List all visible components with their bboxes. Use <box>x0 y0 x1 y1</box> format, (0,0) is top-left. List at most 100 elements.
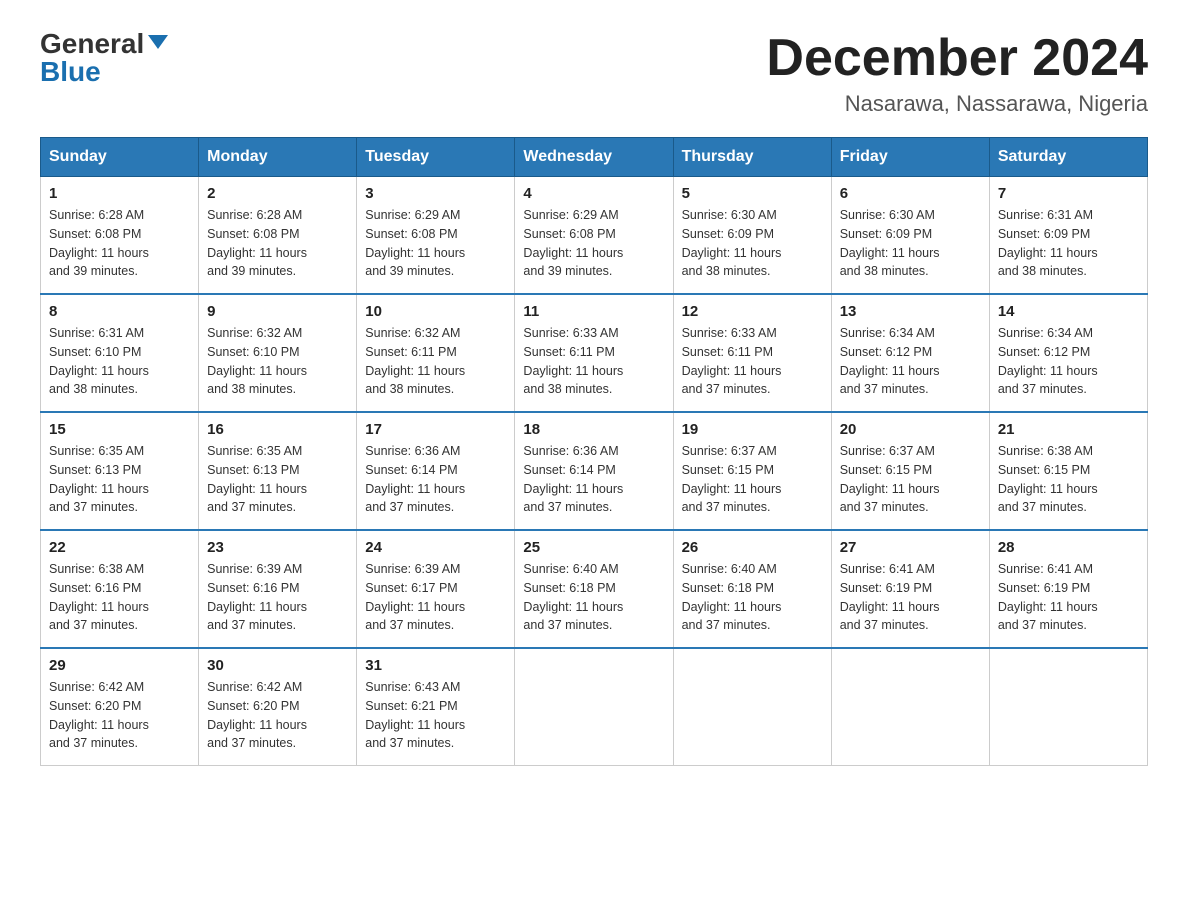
table-row: 9 Sunrise: 6:32 AMSunset: 6:10 PMDaylight… <box>199 294 357 412</box>
day-number: 6 <box>840 185 981 202</box>
table-row: 3 Sunrise: 6:29 AMSunset: 6:08 PMDaylight… <box>357 177 515 295</box>
day-number: 7 <box>998 185 1139 202</box>
logo-blue-text: Blue <box>40 58 101 86</box>
logo: General Blue <box>40 30 168 86</box>
table-row: 13 Sunrise: 6:34 AMSunset: 6:12 PMDayligh… <box>831 294 989 412</box>
day-info: Sunrise: 6:32 AMSunset: 6:10 PMDaylight:… <box>207 324 348 399</box>
day-info: Sunrise: 6:30 AMSunset: 6:09 PMDaylight:… <box>682 206 823 281</box>
day-number: 4 <box>523 185 664 202</box>
table-row: 22 Sunrise: 6:38 AMSunset: 6:16 PMDayligh… <box>41 530 199 648</box>
day-info: Sunrise: 6:37 AMSunset: 6:15 PMDaylight:… <box>840 442 981 517</box>
day-number: 24 <box>365 539 506 556</box>
calendar-header: Sunday Monday Tuesday Wednesday Thursday… <box>41 138 1148 177</box>
day-info: Sunrise: 6:36 AMSunset: 6:14 PMDaylight:… <box>523 442 664 517</box>
day-info: Sunrise: 6:32 AMSunset: 6:11 PMDaylight:… <box>365 324 506 399</box>
day-info: Sunrise: 6:42 AMSunset: 6:20 PMDaylight:… <box>207 678 348 753</box>
table-row: 23Sunrise: 6:39 AMSunset: 6:16 PMDayligh… <box>199 530 357 648</box>
day-info: Sunrise: 6:28 AMSunset: 6:08 PMDaylight:… <box>49 206 190 281</box>
table-row: 17Sunrise: 6:36 AMSunset: 6:14 PMDayligh… <box>357 412 515 530</box>
header-saturday: Saturday <box>989 138 1147 177</box>
table-row: 30 Sunrise: 6:42 AMSunset: 6:20 PMDayligh… <box>199 648 357 766</box>
day-number: 27 <box>840 539 981 556</box>
table-row: 28 Sunrise: 6:41 AMSunset: 6:19 PMDayligh… <box>989 530 1147 648</box>
day-info: Sunrise: 6:42 AMSunset: 6:20 PMDaylight:… <box>49 678 190 753</box>
day-info: Sunrise: 6:38 AMSunset: 6:16 PMDaylight:… <box>49 560 190 635</box>
day-info: Sunrise: 6:31 AMSunset: 6:09 PMDaylight:… <box>998 206 1139 281</box>
header-tuesday: Tuesday <box>357 138 515 177</box>
day-number: 1 <box>49 185 190 202</box>
table-row: 7 Sunrise: 6:31 AMSunset: 6:09 PMDaylight… <box>989 177 1147 295</box>
day-number: 25 <box>523 539 664 556</box>
table-row: 27Sunrise: 6:41 AMSunset: 6:19 PMDayligh… <box>831 530 989 648</box>
day-info: Sunrise: 6:31 AMSunset: 6:10 PMDaylight:… <box>49 324 190 399</box>
table-row: 26 Sunrise: 6:40 AMSunset: 6:18 PMDayligh… <box>673 530 831 648</box>
day-info: Sunrise: 6:38 AMSunset: 6:15 PMDaylight:… <box>998 442 1139 517</box>
table-row: 14 Sunrise: 6:34 AMSunset: 6:12 PMDayligh… <box>989 294 1147 412</box>
day-number: 13 <box>840 303 981 320</box>
table-row: 10Sunrise: 6:32 AMSunset: 6:11 PMDayligh… <box>357 294 515 412</box>
table-row: 29 Sunrise: 6:42 AMSunset: 6:20 PMDayligh… <box>41 648 199 766</box>
day-number: 3 <box>365 185 506 202</box>
day-number: 22 <box>49 539 190 556</box>
day-number: 28 <box>998 539 1139 556</box>
day-number: 21 <box>998 421 1139 438</box>
day-number: 15 <box>49 421 190 438</box>
day-info: Sunrise: 6:28 AMSunset: 6:08 PMDaylight:… <box>207 206 348 281</box>
day-number: 16 <box>207 421 348 438</box>
day-number: 26 <box>682 539 823 556</box>
day-info: Sunrise: 6:33 AMSunset: 6:11 PMDaylight:… <box>682 324 823 399</box>
day-info: Sunrise: 6:37 AMSunset: 6:15 PMDaylight:… <box>682 442 823 517</box>
table-row: 4 Sunrise: 6:29 AMSunset: 6:08 PMDaylight… <box>515 177 673 295</box>
day-info: Sunrise: 6:34 AMSunset: 6:12 PMDaylight:… <box>840 324 981 399</box>
location-subtitle: Nasarawa, Nassarawa, Nigeria <box>766 91 1148 117</box>
day-info: Sunrise: 6:29 AMSunset: 6:08 PMDaylight:… <box>365 206 506 281</box>
day-info: Sunrise: 6:30 AMSunset: 6:09 PMDaylight:… <box>840 206 981 281</box>
day-number: 14 <box>998 303 1139 320</box>
header-wednesday: Wednesday <box>515 138 673 177</box>
day-number: 12 <box>682 303 823 320</box>
header-monday: Monday <box>199 138 357 177</box>
table-row: 31 Sunrise: 6:43 AMSunset: 6:21 PMDayligh… <box>357 648 515 766</box>
table-row: 2 Sunrise: 6:28 AMSunset: 6:08 PMDaylight… <box>199 177 357 295</box>
table-row: 21 Sunrise: 6:38 AMSunset: 6:15 PMDayligh… <box>989 412 1147 530</box>
table-row: 16 Sunrise: 6:35 AMSunset: 6:13 PMDayligh… <box>199 412 357 530</box>
day-info: Sunrise: 6:39 AMSunset: 6:17 PMDaylight:… <box>365 560 506 635</box>
day-info: Sunrise: 6:36 AMSunset: 6:14 PMDaylight:… <box>365 442 506 517</box>
day-info: Sunrise: 6:29 AMSunset: 6:08 PMDaylight:… <box>523 206 664 281</box>
page-header: General Blue December 2024 Nasarawa, Nas… <box>40 30 1148 117</box>
table-row: 12 Sunrise: 6:33 AMSunset: 6:11 PMDayligh… <box>673 294 831 412</box>
table-row: 8 Sunrise: 6:31 AMSunset: 6:10 PMDaylight… <box>41 294 199 412</box>
header-thursday: Thursday <box>673 138 831 177</box>
table-row <box>831 648 989 766</box>
day-info: Sunrise: 6:43 AMSunset: 6:21 PMDaylight:… <box>365 678 506 753</box>
day-number: 20 <box>840 421 981 438</box>
day-number: 5 <box>682 185 823 202</box>
header-sunday: Sunday <box>41 138 199 177</box>
day-info: Sunrise: 6:33 AMSunset: 6:11 PMDaylight:… <box>523 324 664 399</box>
day-info: Sunrise: 6:39 AMSunset: 6:16 PMDaylight:… <box>207 560 348 635</box>
day-number: 9 <box>207 303 348 320</box>
calendar-table: Sunday Monday Tuesday Wednesday Thursday… <box>40 137 1148 766</box>
day-info: Sunrise: 6:35 AMSunset: 6:13 PMDaylight:… <box>207 442 348 517</box>
table-row <box>515 648 673 766</box>
day-number: 2 <box>207 185 348 202</box>
table-row: 25Sunrise: 6:40 AMSunset: 6:18 PMDayligh… <box>515 530 673 648</box>
day-info: Sunrise: 6:34 AMSunset: 6:12 PMDaylight:… <box>998 324 1139 399</box>
day-number: 30 <box>207 657 348 674</box>
day-info: Sunrise: 6:41 AMSunset: 6:19 PMDaylight:… <box>998 560 1139 635</box>
day-number: 29 <box>49 657 190 674</box>
day-number: 18 <box>523 421 664 438</box>
day-number: 11 <box>523 303 664 320</box>
title-block: December 2024 Nasarawa, Nassarawa, Niger… <box>766 30 1148 117</box>
logo-general-text: General <box>40 30 144 58</box>
table-row: 6 Sunrise: 6:30 AMSunset: 6:09 PMDaylight… <box>831 177 989 295</box>
table-row: 5 Sunrise: 6:30 AMSunset: 6:09 PMDaylight… <box>673 177 831 295</box>
header-friday: Friday <box>831 138 989 177</box>
day-info: Sunrise: 6:40 AMSunset: 6:18 PMDaylight:… <box>682 560 823 635</box>
month-title: December 2024 <box>766 30 1148 87</box>
table-row: 18 Sunrise: 6:36 AMSunset: 6:14 PMDayligh… <box>515 412 673 530</box>
day-number: 8 <box>49 303 190 320</box>
day-number: 19 <box>682 421 823 438</box>
calendar-body: 1 Sunrise: 6:28 AMSunset: 6:08 PMDaylight… <box>41 177 1148 766</box>
day-number: 31 <box>365 657 506 674</box>
